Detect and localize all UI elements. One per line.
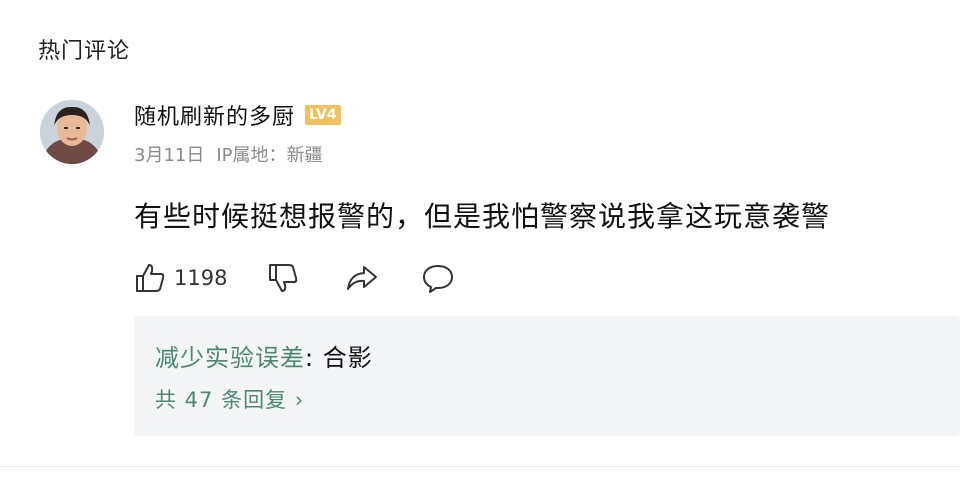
dislike-button[interactable]	[267, 262, 299, 294]
like-button[interactable]: 1198	[134, 262, 227, 294]
comment-date: 3月11日	[134, 145, 205, 166]
share-button[interactable]	[345, 262, 379, 294]
reply-preview: 减少实验误差: 合影	[155, 338, 373, 373]
comment-actions: 1198	[134, 258, 455, 298]
reply-preview-box[interactable]: 减少实验误差: 合影 共 47 条回复 ›	[134, 316, 960, 436]
level-badge: LV4	[305, 105, 341, 125]
comment-text: 有些时候挺想报警的，但是我怕警察说我拿这玩意袭警	[134, 200, 831, 233]
comment-section: 热门评论 随机刷新的多厨 LV4 3月11日 IP属地：新疆 有些时候挺想报警的…	[0, 0, 960, 480]
share-icon	[347, 266, 378, 290]
reply-separator: :	[305, 344, 323, 372]
username[interactable]: 随机刷新的多厨	[134, 99, 295, 131]
ip-location: IP属地：新疆	[216, 145, 323, 166]
comment-author[interactable]: 随机刷新的多厨 LV4	[134, 99, 341, 131]
comment-bubble-icon	[423, 265, 454, 293]
reply-username[interactable]: 减少实验误差	[155, 344, 305, 372]
user-avatar[interactable]	[40, 100, 104, 164]
reply-button[interactable]	[421, 262, 455, 294]
divider	[0, 466, 960, 467]
reply-text: 合影	[322, 344, 373, 372]
comment-meta: 3月11日 IP属地：新疆	[134, 141, 323, 167]
thumbs-down-icon	[269, 264, 298, 292]
like-count: 1198	[174, 266, 228, 290]
avatar-image-icon	[40, 100, 104, 164]
view-replies-link[interactable]: 共 47 条回复 ›	[155, 384, 304, 414]
thumbs-up-icon	[136, 264, 165, 292]
section-title: 热门评论	[38, 39, 131, 64]
